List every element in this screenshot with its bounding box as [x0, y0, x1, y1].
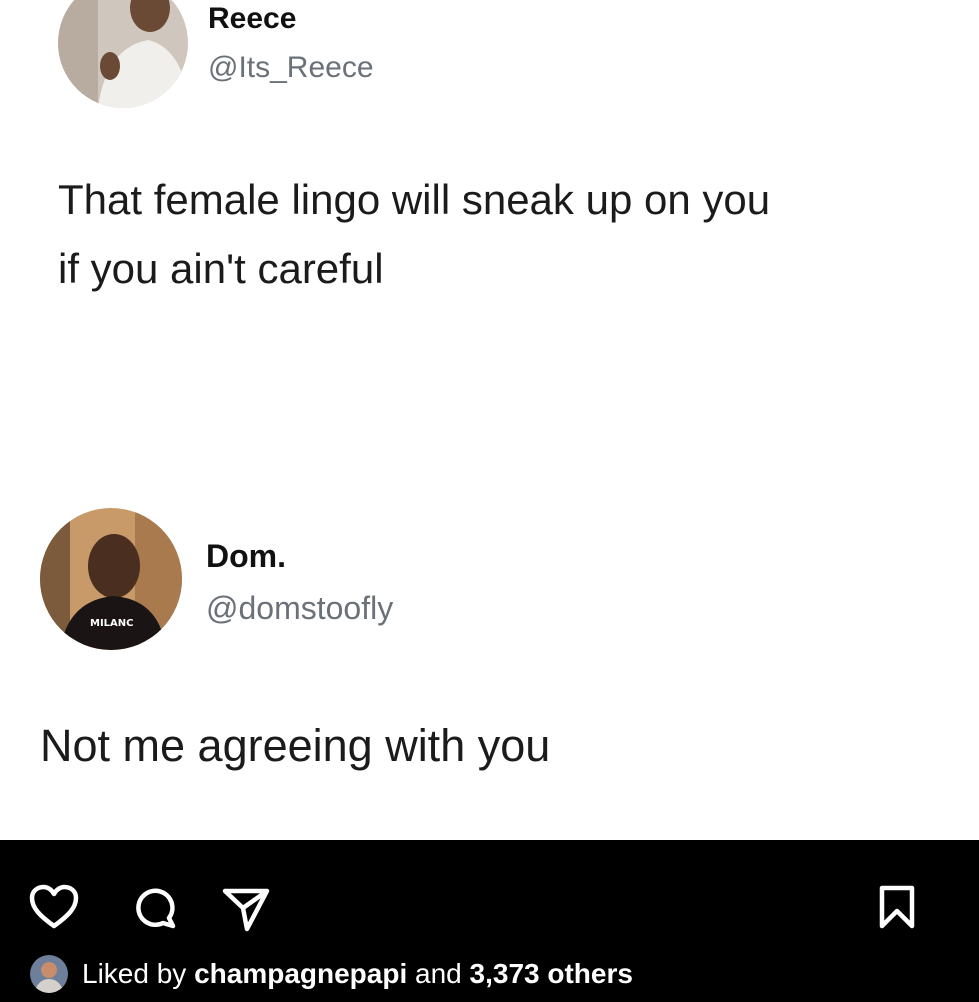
heart-icon[interactable] — [28, 884, 80, 930]
reece-handle[interactable]: @Its_Reece — [208, 51, 374, 85]
reece-avatar[interactable] — [58, 0, 188, 108]
reece-tweet-line-2: if you ain't careful — [58, 245, 384, 292]
liked-by-prefix: Liked by — [82, 958, 187, 989]
comment-icon[interactable] — [133, 887, 177, 929]
liked-by-user[interactable]: champagnepapi — [194, 958, 407, 989]
dom-avatar[interactable]: MILANC — [40, 508, 182, 650]
dom-name[interactable]: Dom. — [206, 538, 286, 575]
liked-by-row[interactable]: Liked by champagnepapi and 3,373 others — [30, 952, 633, 996]
dom-handle[interactable]: @domstoofly — [206, 590, 393, 627]
bookmark-icon[interactable] — [877, 884, 917, 930]
share-icon[interactable] — [221, 886, 271, 932]
reece-tweet-line-1: That female lingo will sneak up on you — [58, 176, 771, 223]
liked-by-count[interactable]: 3,373 others — [470, 958, 633, 989]
tweet-screenshot: Reece @Its_Reece That female lingo will … — [0, 0, 979, 840]
dom-tweet-text: Not me agreeing with you — [40, 720, 551, 771]
liker-avatar[interactable] — [30, 955, 68, 993]
reece-name[interactable]: Reece — [208, 2, 296, 36]
liked-by-and: and — [415, 958, 462, 989]
liked-by-text: Liked by champagnepapi and 3,373 others — [82, 958, 633, 990]
dom-avatar-shirt-text: MILANC — [90, 618, 134, 629]
